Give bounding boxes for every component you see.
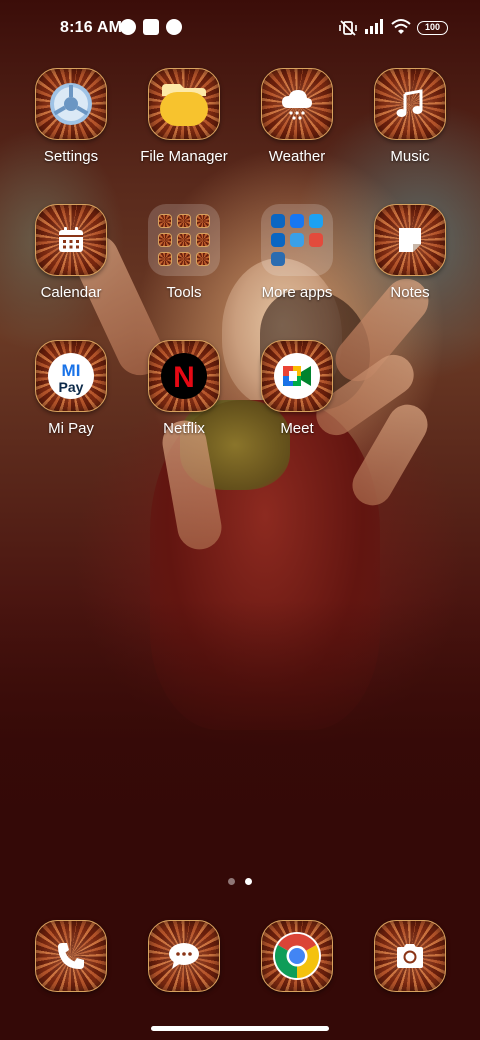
calendar-tile[interactable] xyxy=(35,204,107,276)
app-meet[interactable]: Meet xyxy=(242,340,352,437)
circle-app-icon xyxy=(166,19,182,35)
meet-icon xyxy=(274,353,320,399)
settings-icon xyxy=(50,83,92,125)
page-dot[interactable] xyxy=(228,878,235,885)
app-file-manager[interactable]: File Manager xyxy=(129,68,239,165)
folder-empty-slot xyxy=(290,252,304,266)
folder-app-icon xyxy=(196,252,210,266)
chrome-icon xyxy=(273,932,321,980)
phone-tile[interactable] xyxy=(35,920,107,992)
folder-app-icon xyxy=(158,252,172,266)
mi-pay-badge-top: MI xyxy=(62,361,81,380)
wifi-icon xyxy=(391,19,411,34)
square-notification-icon xyxy=(143,19,159,35)
phone-icon xyxy=(58,943,84,969)
folder-app-icon xyxy=(177,252,191,266)
app-label: Meet xyxy=(280,420,314,437)
folder-app-icon xyxy=(177,233,191,247)
folder-icon[interactable] xyxy=(148,204,220,276)
app-music[interactable]: Music xyxy=(355,68,465,165)
camera-tile[interactable] xyxy=(374,920,446,992)
meet-tile[interactable] xyxy=(261,340,333,412)
page-indicator[interactable] xyxy=(228,878,254,886)
notes-tile[interactable] xyxy=(374,204,446,276)
folder-app-icon xyxy=(271,233,285,247)
app-label: More apps xyxy=(261,284,333,301)
battery-level: 100 xyxy=(424,22,441,32)
weather-icon xyxy=(282,90,312,120)
app-weather[interactable]: Weather xyxy=(242,68,352,165)
app-label: Music xyxy=(390,148,430,165)
settings-tile[interactable] xyxy=(35,68,107,140)
signal-icon xyxy=(365,19,383,34)
file-manager-tile[interactable] xyxy=(148,68,220,140)
folder-app-icon xyxy=(196,233,210,247)
gesture-navigation-bar[interactable] xyxy=(151,1026,329,1031)
app-calendar[interactable]: Calendar xyxy=(16,204,126,301)
netflix-icon: N xyxy=(161,353,207,399)
file-manager-icon xyxy=(160,84,208,126)
dock-phone[interactable] xyxy=(16,920,126,992)
notes-icon xyxy=(399,228,421,252)
folder-app-icon xyxy=(158,214,172,228)
app-label: Mi Pay xyxy=(48,420,94,437)
app-label: Notes xyxy=(390,284,430,301)
folder-app-icon xyxy=(309,233,323,247)
status-bar: 8:16 AM 100 xyxy=(0,0,480,56)
mi-pay-badge-bottom: Pay xyxy=(59,379,84,395)
music-icon xyxy=(396,89,423,117)
camera-icon xyxy=(397,944,423,968)
folder-app-icon xyxy=(290,233,304,247)
page-dot-active[interactable] xyxy=(245,878,252,885)
folder-icon[interactable] xyxy=(261,204,333,276)
app-tools-folder[interactable]: Tools xyxy=(129,204,239,301)
app-netflix[interactable]: N Netflix xyxy=(129,340,239,437)
folder-app-icon xyxy=(158,233,172,247)
app-label: Settings xyxy=(43,148,99,165)
vibrate-off-icon xyxy=(339,20,357,36)
status-time: 8:16 AM xyxy=(60,19,123,36)
app-label: File Manager xyxy=(140,148,228,165)
folder-app-icon xyxy=(290,214,304,228)
app-label: Weather xyxy=(268,148,326,165)
music-tile[interactable] xyxy=(374,68,446,140)
message-icon xyxy=(169,943,199,969)
dock-messages[interactable] xyxy=(129,920,239,992)
app-label: Calendar xyxy=(40,284,102,301)
app-notes[interactable]: Notes xyxy=(355,204,465,301)
dock-chrome[interactable] xyxy=(242,920,352,992)
app-settings[interactable]: Settings xyxy=(16,68,126,165)
folder-app-icon xyxy=(271,214,285,228)
folder-empty-slot xyxy=(309,252,323,266)
mi-pay-tile[interactable]: MI Pay xyxy=(35,340,107,412)
app-mi-pay[interactable]: MI Pay Mi Pay xyxy=(16,340,126,437)
folder-app-icon xyxy=(309,214,323,228)
folder-app-icon xyxy=(271,252,285,266)
netflix-tile[interactable]: N xyxy=(148,340,220,412)
app-label: Tools xyxy=(166,284,202,301)
message-tile[interactable] xyxy=(148,920,220,992)
app-more-apps-folder[interactable]: More apps xyxy=(242,204,352,301)
calendar-icon xyxy=(59,227,83,252)
chrome-tile[interactable] xyxy=(261,920,333,992)
netflix-badge: N xyxy=(173,361,195,394)
app-label: Netflix xyxy=(163,420,205,437)
battery-icon: 100 xyxy=(417,21,448,35)
mi-pay-icon: MI Pay xyxy=(48,353,94,399)
folder-app-icon xyxy=(177,214,191,228)
dock-camera[interactable] xyxy=(355,920,465,992)
circle-app-icon xyxy=(120,19,136,35)
weather-tile[interactable] xyxy=(261,68,333,140)
folder-app-icon xyxy=(196,214,210,228)
